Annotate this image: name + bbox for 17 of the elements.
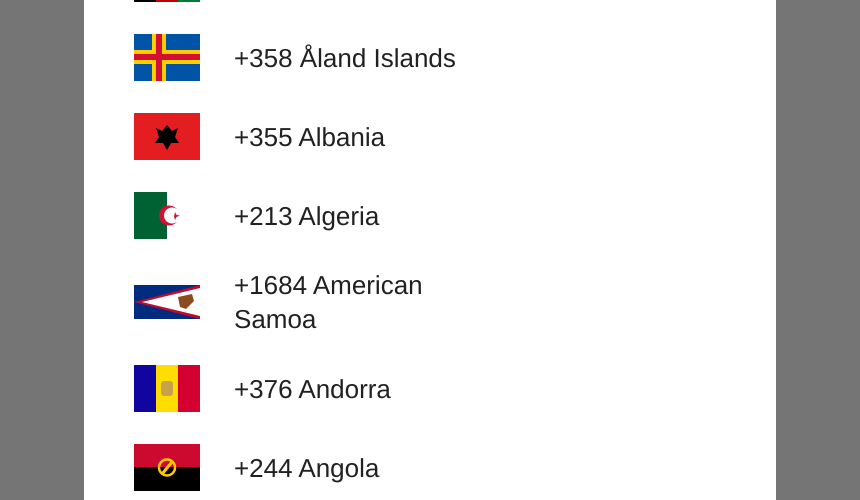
- flag-icon: [134, 34, 200, 81]
- country-label: +244 Angola: [234, 452, 380, 484]
- flag-icon: [134, 444, 200, 491]
- country-item[interactable]: +358 Åland Islands: [84, 18, 776, 97]
- country-item[interactable]: +213 Algeria: [84, 176, 776, 255]
- country-label: +1684 American Samoa: [234, 269, 424, 336]
- flag-icon: [134, 365, 200, 412]
- country-label: +355 Albania: [234, 120, 386, 154]
- country-label: +376 Andorra: [234, 372, 392, 406]
- country-label: +358 Åland Islands: [234, 42, 457, 74]
- country-item[interactable]: +355 Albania: [84, 97, 776, 176]
- country-item[interactable]: +376 Andorra: [84, 349, 776, 428]
- country-label: +213 Algeria: [234, 200, 380, 232]
- country-item[interactable]: +1684 American Samoa: [84, 255, 776, 349]
- flag-icon: [134, 285, 200, 319]
- flag-icon: [134, 113, 200, 160]
- country-item[interactable]: +244 Angola: [84, 428, 776, 500]
